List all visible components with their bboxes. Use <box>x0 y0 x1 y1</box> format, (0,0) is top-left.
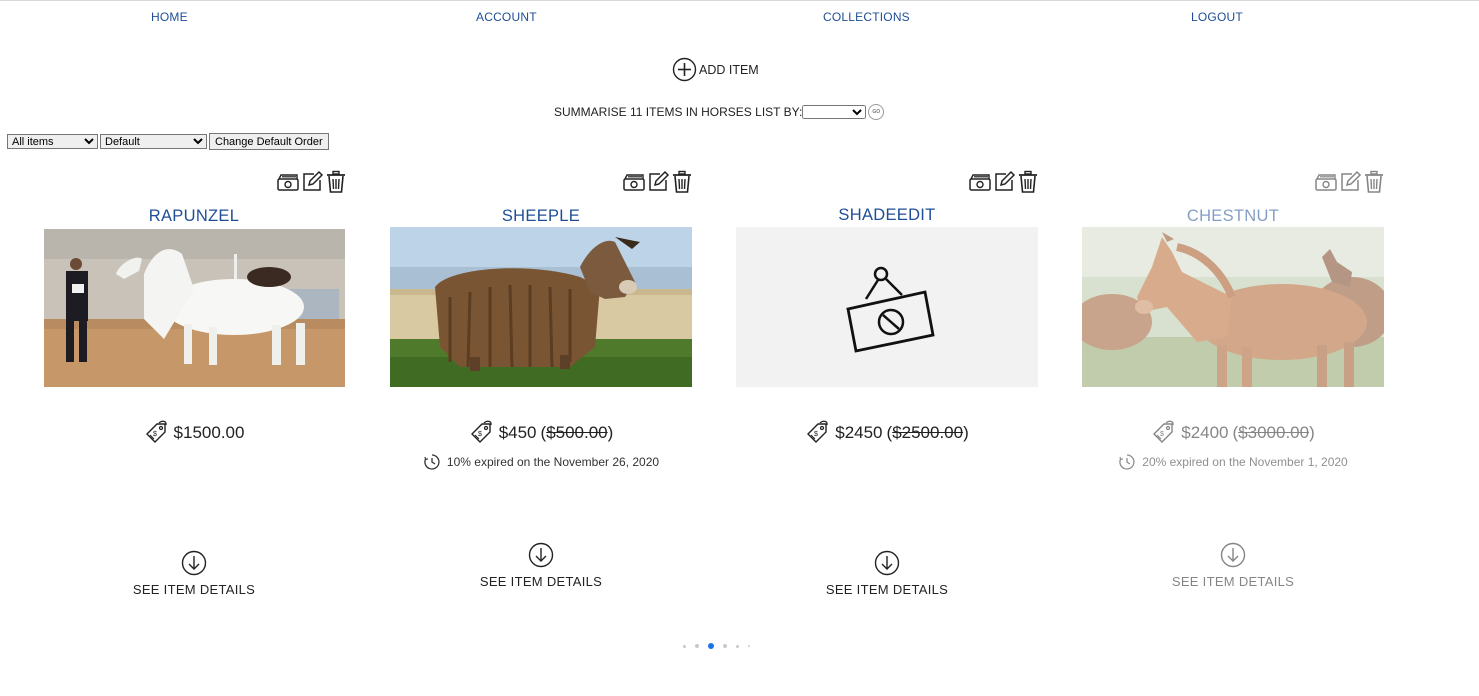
item-price: $450 ($500.00) <box>390 420 692 446</box>
original-price: ($3000.00) <box>1232 423 1315 442</box>
carousel-dots <box>683 643 750 649</box>
item-card: SHEEPLE $450 ($500.00) 10% expired on th… <box>390 168 736 608</box>
price-value: $450 <box>498 423 537 442</box>
clock-icon <box>423 453 441 471</box>
edit-icon[interactable] <box>1338 170 1360 194</box>
filter-select[interactable]: All items <box>7 134 98 149</box>
expiry-text: 10% expired on the November 26, 2020 <box>446 455 660 469</box>
nav-home-link[interactable]: HOME <box>151 10 188 24</box>
see-item-details-label: SEE ITEM DETAILS <box>479 574 603 589</box>
arrow-down-circle-icon <box>874 550 900 576</box>
price-tag-icon <box>805 420 831 446</box>
money-icon[interactable] <box>1314 170 1336 194</box>
item-card: CHESTNUT $2400 ($3000.00) 20% expired on… <box>1082 168 1428 608</box>
arrow-down-circle-icon <box>181 550 207 576</box>
original-price: ($500.00) <box>540 423 614 442</box>
item-price: $1500.00 <box>43 420 345 446</box>
edit-icon[interactable] <box>300 170 322 194</box>
price-value: $2450 <box>835 423 883 442</box>
see-item-details-button[interactable]: SEE ITEM DETAILS <box>1082 542 1384 589</box>
item-price: $2400 ($3000.00) <box>1082 420 1384 446</box>
see-item-details-label: SEE ITEM DETAILS <box>132 582 256 597</box>
price-tag-icon <box>469 420 495 446</box>
price-value: $2400 <box>1181 423 1229 442</box>
item-image[interactable] <box>390 227 692 387</box>
discount-expiry: 10% expired on the November 26, 2020 <box>390 453 692 471</box>
list-controls: All items Default Change Default Order <box>7 133 329 150</box>
nav-account-link[interactable]: ACCOUNT <box>476 10 537 24</box>
trash-icon[interactable] <box>1362 170 1384 194</box>
see-item-details-button[interactable]: SEE ITEM DETAILS <box>43 550 345 597</box>
money-icon[interactable] <box>276 170 298 194</box>
see-item-details-button[interactable]: SEE ITEM DETAILS <box>390 542 692 589</box>
original-price: ($2500.00) <box>886 423 969 442</box>
trash-icon[interactable] <box>1016 170 1038 194</box>
clock-icon <box>1118 453 1136 471</box>
discount-expiry: 20% expired on the November 1, 2020 <box>1082 453 1384 471</box>
card-actions <box>276 170 346 194</box>
price-tag-icon <box>144 420 170 446</box>
see-item-details-label: SEE ITEM DETAILS <box>1171 574 1295 589</box>
summarise-bar: SUMMARISE 11 ITEMS IN HORSES LIST BY: GO <box>554 104 885 120</box>
item-price: $2450 ($2500.00) <box>736 420 1038 446</box>
see-item-details-button[interactable]: SEE ITEM DETAILS <box>736 550 1038 597</box>
item-card: SHADEEDIT $2450 ($2500.00) SEE ITEM DETA… <box>736 168 1082 608</box>
summarise-label: SUMMARISE 11 ITEMS IN HORSES LIST BY: <box>554 105 803 119</box>
nav-logout-link[interactable]: LOGOUT <box>1191 10 1243 24</box>
add-item-label: ADD ITEM <box>699 62 759 77</box>
item-card: RAPUNZEL $1500.00 SEE ITEM DETAILS <box>43 168 389 608</box>
see-item-details-label: SEE ITEM DETAILS <box>825 582 949 597</box>
plus-circle-icon <box>672 57 697 82</box>
carousel-dot[interactable] <box>748 645 750 647</box>
price-tag-icon <box>1151 420 1177 446</box>
card-actions <box>968 170 1038 194</box>
arrow-down-circle-icon <box>528 542 554 568</box>
card-actions <box>622 170 692 194</box>
carousel-dot[interactable] <box>683 644 686 648</box>
card-actions <box>1314 170 1384 194</box>
go-button[interactable]: GO <box>868 104 885 120</box>
carousel-dot[interactable] <box>695 644 699 648</box>
edit-icon[interactable] <box>992 170 1014 194</box>
item-title[interactable]: RAPUNZEL <box>43 207 345 226</box>
expiry-text: 20% expired on the November 1, 2020 <box>1142 455 1348 469</box>
item-image[interactable] <box>44 229 346 387</box>
edit-icon[interactable] <box>646 170 668 194</box>
carousel-dot-active[interactable] <box>708 643 714 649</box>
add-item-button[interactable]: ADD ITEM <box>672 57 759 82</box>
trash-icon[interactable] <box>324 170 346 194</box>
item-image[interactable] <box>1082 227 1384 387</box>
item-title[interactable]: CHESTNUT <box>1082 207 1384 226</box>
item-title[interactable]: SHEEPLE <box>390 207 692 226</box>
price-value: $1500.00 <box>173 423 245 442</box>
order-select[interactable]: Default <box>100 134 207 149</box>
carousel-dot[interactable] <box>723 644 727 648</box>
money-icon[interactable] <box>968 170 990 194</box>
money-icon[interactable] <box>622 170 644 194</box>
trash-icon[interactable] <box>670 170 692 194</box>
summarise-select[interactable] <box>802 105 867 119</box>
item-title[interactable]: SHADEEDIT <box>736 206 1038 225</box>
arrow-down-circle-icon <box>1220 542 1246 568</box>
nav-collections-link[interactable]: COLLECTIONS <box>823 10 910 24</box>
change-default-order-button[interactable]: Change Default Order <box>209 133 329 150</box>
no-image-placeholder[interactable] <box>736 227 1038 387</box>
top-border <box>0 0 1479 1</box>
carousel-dot[interactable] <box>736 644 739 648</box>
